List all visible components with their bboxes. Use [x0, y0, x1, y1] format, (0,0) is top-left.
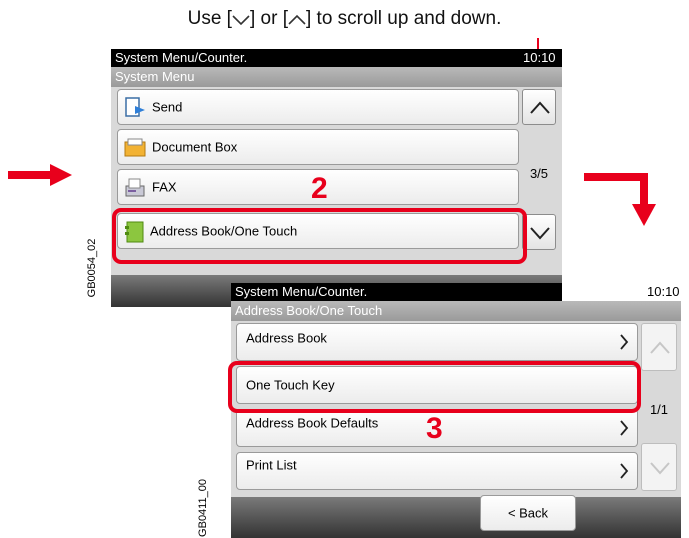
menu-header: Address Book/One Touch [231, 301, 681, 321]
screen-system-menu: System Menu/Counter. 10:10 System Menu S… [111, 49, 562, 307]
menu-item-label: Address Book [246, 330, 327, 346]
menu-item-label: FAX [152, 179, 177, 195]
menu-item-label: Send [152, 99, 183, 115]
chevron-right-icon [620, 334, 629, 350]
clock: 10:10 [647, 284, 680, 299]
status-title: System Menu/Counter. [235, 284, 368, 299]
menu-item-address-book-list[interactable]: Address Book [236, 323, 638, 361]
bent-arrow-icon [584, 173, 656, 226]
menu-item-document-box[interactable]: Document Box [117, 129, 519, 165]
chevron-down-icon [530, 227, 550, 240]
document-box-icon [124, 138, 146, 157]
chevron-down-icon [650, 462, 670, 475]
menu-header: System Menu [111, 67, 562, 87]
menu-item-label: Document Box [152, 139, 238, 155]
chevron-down-icon [232, 15, 250, 26]
footer-bar [231, 497, 681, 538]
page-indicator: 3/5 [529, 166, 549, 181]
scroll-down-button[interactable] [641, 443, 677, 491]
status-bar: System Menu/Counter. [231, 283, 562, 301]
menu-item-label: Print List [246, 457, 297, 473]
step-number: 2 [311, 172, 328, 205]
status-bar: System Menu/Counter. 10:10 [111, 49, 562, 67]
highlight-address-book [112, 208, 527, 264]
chevron-right-icon [620, 463, 629, 479]
menu-item-send[interactable]: Send [117, 89, 519, 125]
back-label: < Back [507, 505, 549, 521]
clock: 10:10 [523, 50, 556, 65]
scroll-up-button[interactable] [641, 323, 677, 371]
scroll-down-button[interactable] [522, 214, 556, 250]
scroll-up-button[interactable] [522, 89, 556, 125]
menu-item-print-list[interactable]: Print List [236, 452, 638, 490]
step-number: 3 [426, 412, 443, 445]
instruction-caption: Use [] or [] to scroll up and down. [187, 8, 502, 29]
chevron-up-icon [530, 101, 550, 114]
chevron-right-icon [620, 420, 629, 436]
menu-title: Address Book/One Touch [235, 303, 383, 318]
fax-icon [125, 178, 145, 197]
send-icon [125, 97, 145, 117]
back-button[interactable]: < Back [480, 495, 576, 531]
menu-title: System Menu [115, 69, 195, 84]
figure-id-label: GB0054_02 [86, 238, 98, 298]
chevron-up-icon [650, 341, 670, 354]
highlight-one-touch-key [228, 361, 641, 413]
figure-id-label: GB0411_00 [197, 479, 209, 537]
menu-item-label: Address Book Defaults [246, 415, 379, 431]
status-title: System Menu/Counter. [115, 50, 248, 65]
right-arrow-icon [8, 164, 72, 186]
chevron-up-icon [288, 14, 306, 25]
page-indicator: 1/1 [649, 402, 669, 417]
